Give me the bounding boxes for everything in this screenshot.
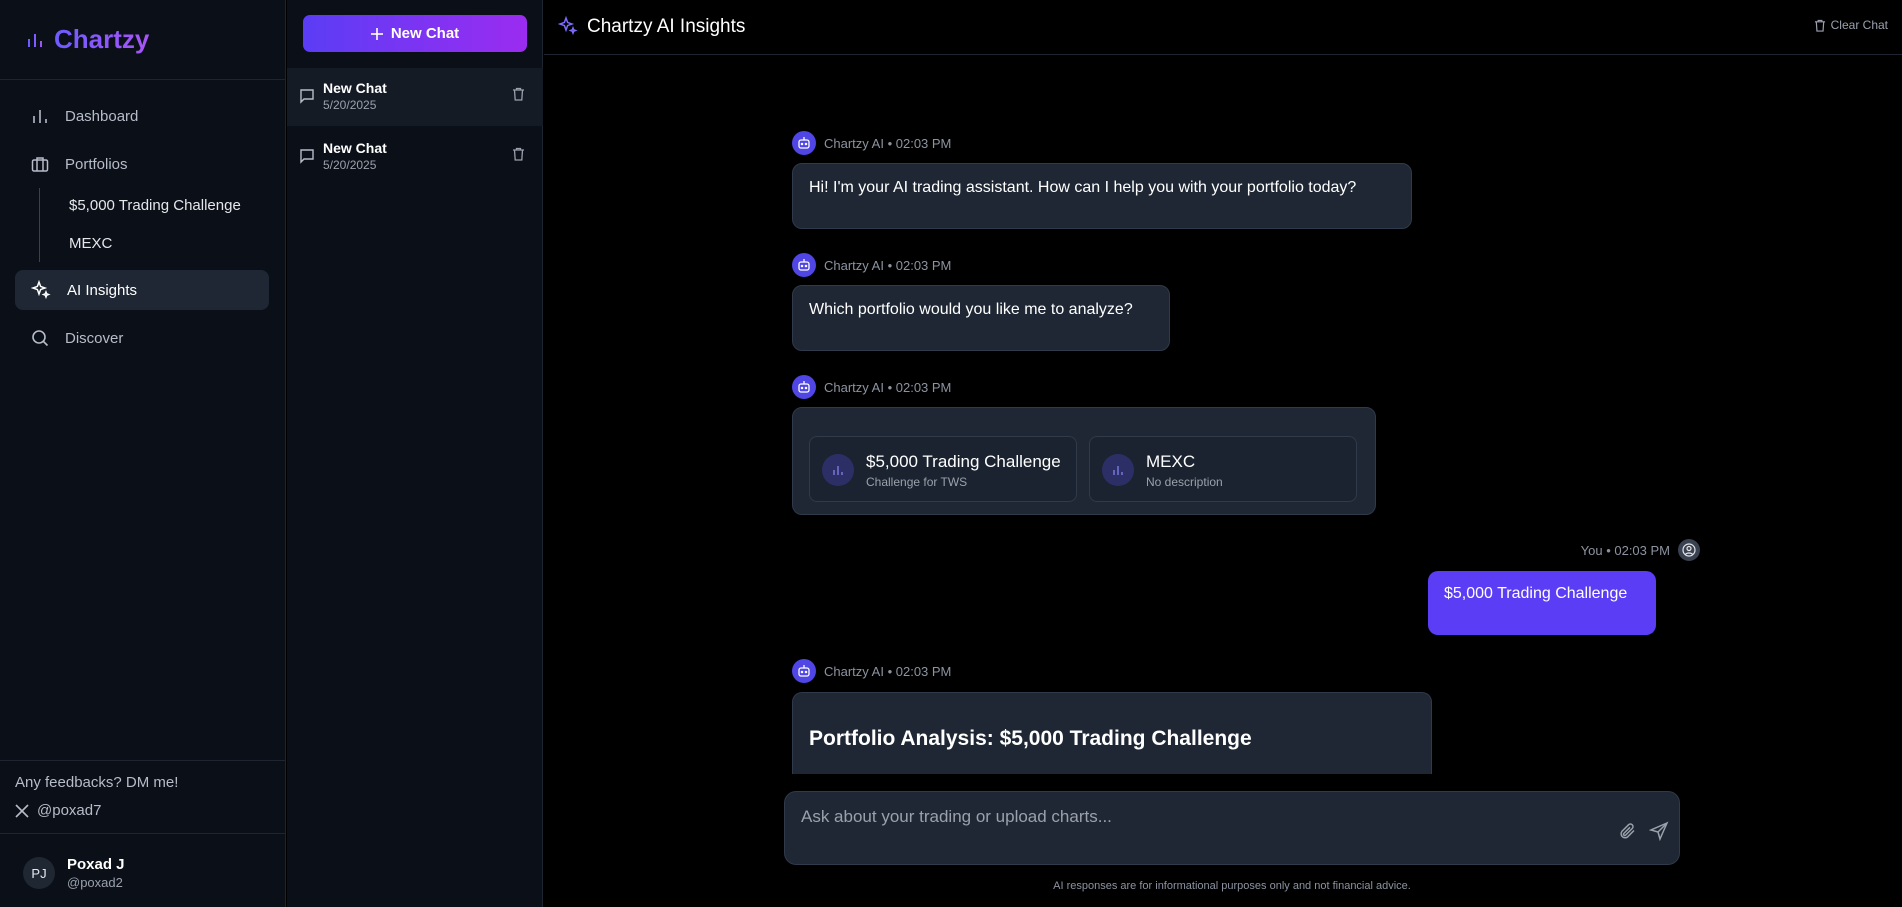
sparkles-icon <box>31 280 51 300</box>
chart-bars-icon <box>28 33 42 47</box>
message-meta: Chartzy AI • 02:03 PM <box>792 131 951 155</box>
nav-dashboard[interactable]: Dashboard <box>15 96 269 136</box>
user-avatar <box>1678 539 1700 561</box>
analysis-title: Portfolio Analysis: $5,000 Trading Chall… <box>809 727 1252 750</box>
bot-avatar <box>792 131 816 155</box>
nav-portfolios[interactable]: Portfolios <box>15 144 269 184</box>
nav-discover[interactable]: Discover <box>15 318 269 358</box>
send-icon[interactable] <box>1649 821 1669 841</box>
chat-date: 5/20/2025 <box>323 158 377 172</box>
chat-title: New Chat <box>323 140 387 156</box>
plus-icon <box>370 27 383 40</box>
robot-icon <box>798 259 810 271</box>
tree-line <box>39 188 40 262</box>
portfolio-card[interactable]: MEXC No description <box>1089 436 1357 502</box>
x-logo-icon <box>15 803 29 818</box>
bot-avatar <box>792 375 816 399</box>
message-icon <box>300 89 314 104</box>
nav-label: Dashboard <box>65 107 139 125</box>
message-meta: You • 02:03 PM <box>1532 539 1700 561</box>
sidebar: Chartzy Dashboard Portfolios $5,000 Trad… <box>0 0 286 907</box>
sparkles-icon <box>558 16 578 36</box>
new-chat-label: New Chat <box>390 25 460 42</box>
chat-main: Chartzy AI Insights Clear Chat Chartzy A… <box>544 0 1902 907</box>
trash-icon <box>1814 19 1825 32</box>
portfolio-desc: Challenge for TWS <box>866 475 968 489</box>
user-handle: @poxad2 <box>67 875 123 890</box>
robot-icon <box>798 665 810 677</box>
search-icon <box>32 330 49 347</box>
message-icon <box>300 149 314 164</box>
bot-avatar <box>792 659 816 683</box>
chat-list-item[interactable]: New Chat 5/20/2025 <box>287 128 543 186</box>
page-title: Chartzy AI Insights <box>587 16 746 37</box>
divider <box>0 79 286 80</box>
divider <box>0 833 286 834</box>
meta-text: Chartzy AI • 02:03 PM <box>824 663 952 679</box>
user-message: $5,000 Trading Challenge <box>1428 571 1656 635</box>
robot-icon <box>798 137 810 149</box>
meta-text: You • 02:03 PM <box>1580 542 1670 558</box>
avatar[interactable]: PJ <box>23 857 55 889</box>
portfolio-link[interactable]: MEXC <box>69 235 112 252</box>
ai-message: Which portfolio would you like me to ana… <box>792 285 1170 351</box>
message-meta: Chartzy AI • 02:03 PM <box>792 253 951 277</box>
feedback-text: Any feedbacks? DM me! <box>15 774 179 791</box>
nav-label: Discover <box>65 329 124 347</box>
portfolio-name: MEXC <box>1146 452 1196 471</box>
chat-date: 5/20/2025 <box>323 98 377 112</box>
meta-text: Chartzy AI • 02:03 PM <box>824 135 952 151</box>
ai-analysis-message: Portfolio Analysis: $5,000 Trading Chall… <box>792 692 1432 774</box>
composer <box>784 791 1680 865</box>
meta-text: Chartzy AI • 02:03 PM <box>824 257 952 273</box>
bar-chart-icon <box>822 454 854 486</box>
robot-icon <box>798 381 810 393</box>
clear-chat-button[interactable]: Clear Chat <box>1814 18 1888 32</box>
nav-label: Portfolios <box>65 155 128 173</box>
user-circle-icon <box>1682 543 1696 557</box>
briefcase-icon <box>31 157 49 172</box>
x-handle: @poxad7 <box>37 802 102 819</box>
header: Chartzy AI Insights Clear Chat <box>544 0 1902 55</box>
chat-list-panel: New Chat New Chat 5/20/2025 New Chat 5/2… <box>287 0 543 907</box>
meta-text: Chartzy AI • 02:03 PM <box>824 379 952 395</box>
chat-input[interactable] <box>785 792 1585 842</box>
bar-chart-icon <box>33 110 47 123</box>
brand-name: Chartzy <box>54 24 150 54</box>
portfolio-name: $5,000 Trading Challenge <box>866 452 1061 471</box>
portfolio-card[interactable]: $5,000 Trading Challenge Challenge for T… <box>809 436 1077 502</box>
portfolio-desc: No description <box>1146 475 1223 489</box>
portfolio-link[interactable]: $5,000 Trading Challenge <box>69 197 241 214</box>
message-meta: Chartzy AI • 02:03 PM <box>792 375 951 399</box>
logo[interactable]: Chartzy <box>26 24 149 55</box>
new-chat-button[interactable]: New Chat <box>303 15 527 52</box>
trash-icon[interactable] <box>512 147 525 161</box>
trash-icon[interactable] <box>512 87 525 101</box>
chat-title: New Chat <box>323 80 387 96</box>
ai-message: Hi! I'm your AI trading assistant. How c… <box>792 163 1412 229</box>
message-meta: Chartzy AI • 02:03 PM <box>792 659 951 683</box>
clear-chat-label: Clear Chat <box>1830 18 1888 32</box>
user-name: Poxad J <box>67 856 125 873</box>
chat-list-item[interactable]: New Chat 5/20/2025 <box>287 68 543 126</box>
bar-chart-icon <box>1102 454 1134 486</box>
divider <box>0 760 286 761</box>
paperclip-icon[interactable] <box>1619 822 1637 840</box>
nav-ai-insights[interactable]: AI Insights <box>15 270 269 310</box>
bot-avatar <box>792 253 816 277</box>
disclaimer: AI responses are for informational purpo… <box>1053 880 1411 892</box>
x-link[interactable]: @poxad7 <box>15 802 101 819</box>
nav-label: AI Insights <box>67 281 138 299</box>
